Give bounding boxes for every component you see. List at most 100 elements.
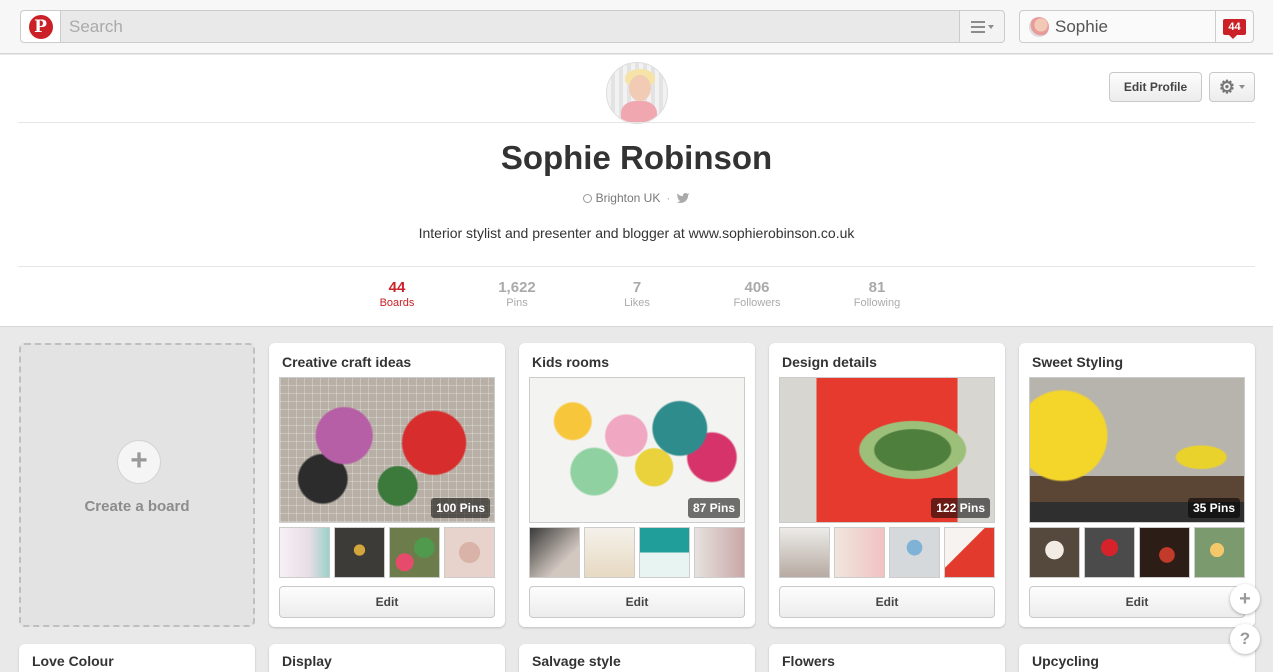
profile-header: Edit Profile ⚙ Sophie Robinson Brighton … — [0, 55, 1273, 327]
help-button[interactable]: ? — [1230, 624, 1260, 654]
settings-button[interactable]: ⚙ — [1209, 72, 1255, 102]
board-thumbnail — [529, 527, 580, 578]
stat-likes[interactable]: 7 Likes — [577, 279, 697, 309]
board-title: Love Colour — [32, 653, 114, 669]
board-thumbnails — [279, 527, 495, 578]
board-card[interactable]: Kids rooms 87 Pins Edit — [519, 343, 755, 627]
board-card[interactable]: Flowers — [769, 644, 1005, 672]
board-thumbnail — [1029, 527, 1080, 578]
board-title: Sweet Styling — [1032, 354, 1124, 370]
stat-number: 81 — [868, 279, 886, 296]
board-thumbnail — [639, 527, 690, 578]
search-input[interactable] — [60, 10, 960, 43]
stat-label: Pins — [506, 297, 528, 309]
user-name: Sophie — [1055, 16, 1108, 36]
stat-label: Likes — [624, 297, 650, 309]
board-card[interactable]: Creative craft ideas 100 Pins Edit — [269, 343, 505, 627]
board-cover-image[interactable]: 100 Pins — [279, 377, 495, 523]
divider — [18, 266, 1255, 267]
board-card[interactable]: Display — [269, 644, 505, 672]
pinterest-logo[interactable]: P — [20, 10, 60, 43]
board-card[interactable]: Love Colour — [19, 644, 255, 672]
help-icon: ? — [1239, 629, 1251, 648]
pin-count-badge: 122 Pins — [931, 498, 990, 518]
board-thumbnail — [694, 527, 745, 578]
pin-count-badge: 35 Pins — [1187, 498, 1240, 518]
stat-label: Followers — [733, 297, 781, 309]
user-menu-button[interactable]: Sophie — [1019, 10, 1216, 43]
location-icon — [582, 193, 592, 203]
stat-number: 1,622 — [498, 279, 536, 296]
board-title: Upcycling — [1032, 653, 1099, 669]
stat-following[interactable]: 81 Following — [817, 279, 937, 309]
board-title: Salvage style — [532, 653, 621, 669]
menu-icon — [970, 20, 985, 33]
stat-followers[interactable]: 406 Followers — [697, 279, 817, 309]
board-thumbnail — [1139, 527, 1190, 578]
board-thumbnail — [944, 527, 995, 578]
board-title: Creative craft ideas — [282, 354, 412, 370]
board-edit-button[interactable]: Edit — [1029, 586, 1245, 618]
top-bar: P Sophie 44 — [0, 0, 1273, 54]
board-thumbnail — [444, 527, 495, 578]
board-thumbnail — [779, 527, 830, 578]
board-title: Display — [282, 653, 332, 669]
stat-label: Boards — [379, 297, 415, 309]
notifications-button[interactable]: 44 — [1215, 10, 1254, 43]
categories-menu-button[interactable] — [959, 10, 1005, 43]
pin-count-badge: 100 Pins — [431, 498, 490, 518]
edit-profile-button[interactable]: Edit Profile — [1109, 72, 1202, 102]
profile-name: Sophie Robinson — [500, 139, 773, 176]
divider — [18, 122, 1255, 123]
stat-boards[interactable]: 44 Boards — [337, 279, 457, 309]
board-title: Kids rooms — [532, 354, 610, 370]
board-cover-image[interactable]: 87 Pins — [529, 377, 745, 523]
board-edit-button[interactable]: Edit — [779, 586, 995, 618]
board-thumbnail — [334, 527, 385, 578]
board-card[interactable]: Upcycling — [1019, 644, 1255, 672]
pin-count-badge: 87 Pins — [687, 498, 740, 518]
board-thumbnail — [889, 527, 940, 578]
board-edit-button[interactable]: Edit — [529, 586, 745, 618]
profile-stats: 44 Boards 1,622 Pins 7 Likes 406 Followe… — [337, 279, 937, 309]
profile-bio: Interior stylist and presenter and blogg… — [418, 225, 855, 241]
gear-icon: ⚙ — [1218, 77, 1236, 97]
pinterest-logo-icon: P — [28, 14, 53, 39]
profile-avatar — [606, 62, 668, 124]
chevron-down-icon — [987, 24, 994, 29]
board-title: Design details — [782, 354, 877, 370]
board-card[interactable]: Salvage style — [519, 644, 755, 672]
board-card[interactable]: Design details 122 Pins Edit — [769, 343, 1005, 627]
board-thumbnails — [529, 527, 745, 578]
board-thumbnail — [389, 527, 440, 578]
board-thumbnails — [779, 527, 995, 578]
board-thumbnail — [584, 527, 635, 578]
board-thumbnail — [1194, 527, 1245, 578]
add-pin-button[interactable]: + — [1230, 584, 1260, 614]
plus-icon: + — [117, 440, 161, 484]
separator-dot: · — [666, 191, 671, 205]
board-thumbnail — [279, 527, 330, 578]
board-edit-button[interactable]: Edit — [279, 586, 495, 618]
stat-number: 44 — [388, 279, 406, 296]
create-board-card[interactable]: + Create a board — [19, 343, 255, 627]
user-avatar — [1029, 16, 1049, 37]
board-title: Flowers — [782, 653, 835, 669]
plus-icon: + — [1239, 587, 1251, 610]
board-card[interactable]: Sweet Styling 35 Pins Edit — [1019, 343, 1255, 627]
stat-number: 406 — [744, 279, 770, 296]
stat-label: Following — [853, 297, 901, 309]
twitter-icon[interactable] — [676, 193, 690, 203]
stat-pins[interactable]: 1,622 Pins — [457, 279, 577, 309]
board-thumbnail — [1084, 527, 1135, 578]
board-cover-image[interactable]: 122 Pins — [779, 377, 995, 523]
create-board-label: Create a board — [84, 498, 190, 515]
location-text: Brighton UK — [595, 191, 661, 205]
board-thumbnails — [1029, 527, 1245, 578]
stat-number: 7 — [632, 279, 642, 296]
board-cover-image[interactable]: 35 Pins — [1029, 377, 1245, 523]
notification-badge: 44 — [1223, 18, 1246, 39]
chevron-down-icon — [1239, 85, 1246, 89]
profile-location: Brighton UK · — [0, 191, 1273, 205]
board-thumbnail — [834, 527, 885, 578]
